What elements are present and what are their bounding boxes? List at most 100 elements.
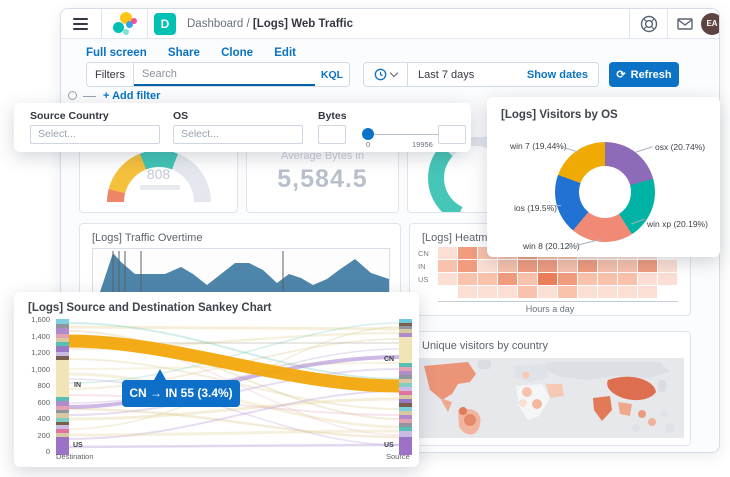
breadcrumb-dashboard[interactable]: Dashboard [187,18,243,30]
space-badge[interactable]: D [154,13,176,35]
heatmap-cell [458,273,477,285]
heatmap-row-labels: CN IN US [418,247,429,286]
chevron-down-icon [390,69,398,77]
refresh-button[interactable]: ⟳ Refresh [609,62,679,87]
heatmap-cell [458,286,477,298]
show-dates-button[interactable]: Show dates [527,69,598,81]
panel-title: [Logs] Source and Destination Sankey Cha… [28,302,271,314]
breadcrumb-divider: / [246,18,249,30]
help-icon[interactable] [639,14,659,34]
heatmap-cell [578,260,597,272]
slider-max-label: 19956 [412,140,433,149]
heatmap-row-label: CN [418,247,429,260]
bytes-max-input[interactable] [438,125,466,144]
heatmap-axis-line [438,301,678,302]
heatmap-x-label: Hours a day [410,304,690,314]
sankey-y-tick: 1,600 [20,316,50,324]
time-picker-group: Last 7 days Show dates [363,62,599,87]
edit-link[interactable]: Edit [274,47,296,59]
source-country-select[interactable]: Select... [30,125,160,144]
panel-title: [Logs] Visitors by OS [501,109,618,121]
filter-controls-panel: Source Country Select... OS Select... By… [14,103,471,152]
heatmap-cell [638,273,657,285]
sankey-node-label-us-right: US [384,442,394,449]
heatmap-cell [598,260,617,272]
heatmap-cell [438,260,457,272]
heatmap-cell [518,260,537,272]
clock-icon [374,68,387,81]
sankey-node-label-in: IN [74,382,81,389]
metric-value: 5,584.5 [247,165,398,194]
heatmap-cell [598,286,617,298]
page: { "header": { "breadcrumb_section": "Das… [0,0,730,477]
add-filter-button[interactable]: + Add filter [103,90,160,102]
filters-button[interactable]: Filters [87,63,134,86]
leader-line [547,205,561,206]
heatmap-cell [538,260,557,272]
filter-pill-dash [83,96,96,97]
dashboard-actions: Full screen Share Clone Edit [86,47,314,59]
slider-min-label: 0 [366,140,370,149]
panel-title: Unique visitors by country [422,340,548,352]
bytes-min-input[interactable] [318,125,346,144]
visitors-map-panel: Unique visitors by country [409,331,691,446]
heatmap-cell [618,286,637,298]
share-link[interactable]: Share [168,47,200,59]
world-map [418,358,684,438]
bytes-slider-track [366,134,440,135]
time-picker-button[interactable] [364,63,408,86]
donut-label-winxp: win xp (20.19%) [647,219,708,229]
divider [101,9,102,39]
os-select[interactable]: Select... [173,125,303,144]
menu-icon[interactable] [73,18,88,30]
avatar[interactable]: EA [701,13,720,35]
heatmap-cell [498,273,517,285]
divider [147,9,148,39]
sankey-axis-left: Destination [56,452,94,461]
leader-line [635,146,652,153]
sankey-axis-right: Source [386,452,410,461]
sankey-y-tick: 1,400 [20,333,50,341]
heatmap-cell [638,286,657,298]
bytes-label: Bytes [318,110,347,122]
sankey-left-node-bar [56,319,69,455]
heatmap-cell [558,286,577,298]
elastic-logo-icon[interactable] [113,12,137,36]
donut-hole [579,166,631,218]
sankey-y-tick: 0 [20,448,50,456]
heatmap-row-label: US [418,273,429,286]
mail-icon[interactable] [675,14,695,34]
heatmap-cell [458,247,477,259]
heatmap-cell [578,286,597,298]
filter-pill-circle[interactable] [68,91,77,100]
heatmap-cell [558,260,577,272]
heatmap-cell [438,273,457,285]
heatmap-cell [498,260,517,272]
donut-label-osx: osx (20.74%) [655,142,705,152]
divider [629,9,630,39]
refresh-label: Refresh [631,69,672,81]
search-bar-group: Filters KQL [86,62,350,87]
kql-button[interactable]: KQL [315,63,349,86]
heatmap-cell [618,273,637,285]
heatmap-cell [498,286,517,298]
sankey-y-tick: 400 [20,415,50,423]
heatmap-cell [478,273,497,285]
time-range-value[interactable]: Last 7 days [408,69,527,81]
clone-link[interactable]: Clone [221,47,253,59]
visitors-by-os-panel: [Logs] Visitors by OS win 7 (19.44%) osx… [487,97,720,257]
sankey-node-label-us-left: US [73,442,83,449]
full-screen-link[interactable]: Full screen [86,47,147,59]
heatmap-cell [478,286,497,298]
heatmap-cell [538,286,557,298]
sankey-y-axis: 1,6001,4001,2001,0008006004002000 [20,316,50,456]
heatmap-cell [518,273,537,285]
breadcrumb: Dashboard / [Logs] Web Traffic [187,18,353,30]
sankey-node-label-cn: CN [384,356,394,363]
heatmap-cell [478,260,497,272]
heatmap-cell [458,260,477,272]
heatmap-cell [438,286,457,298]
search-input[interactable] [134,63,315,84]
gauge-value: 808 [80,166,237,182]
bytes-slider-handle[interactable] [362,128,374,140]
